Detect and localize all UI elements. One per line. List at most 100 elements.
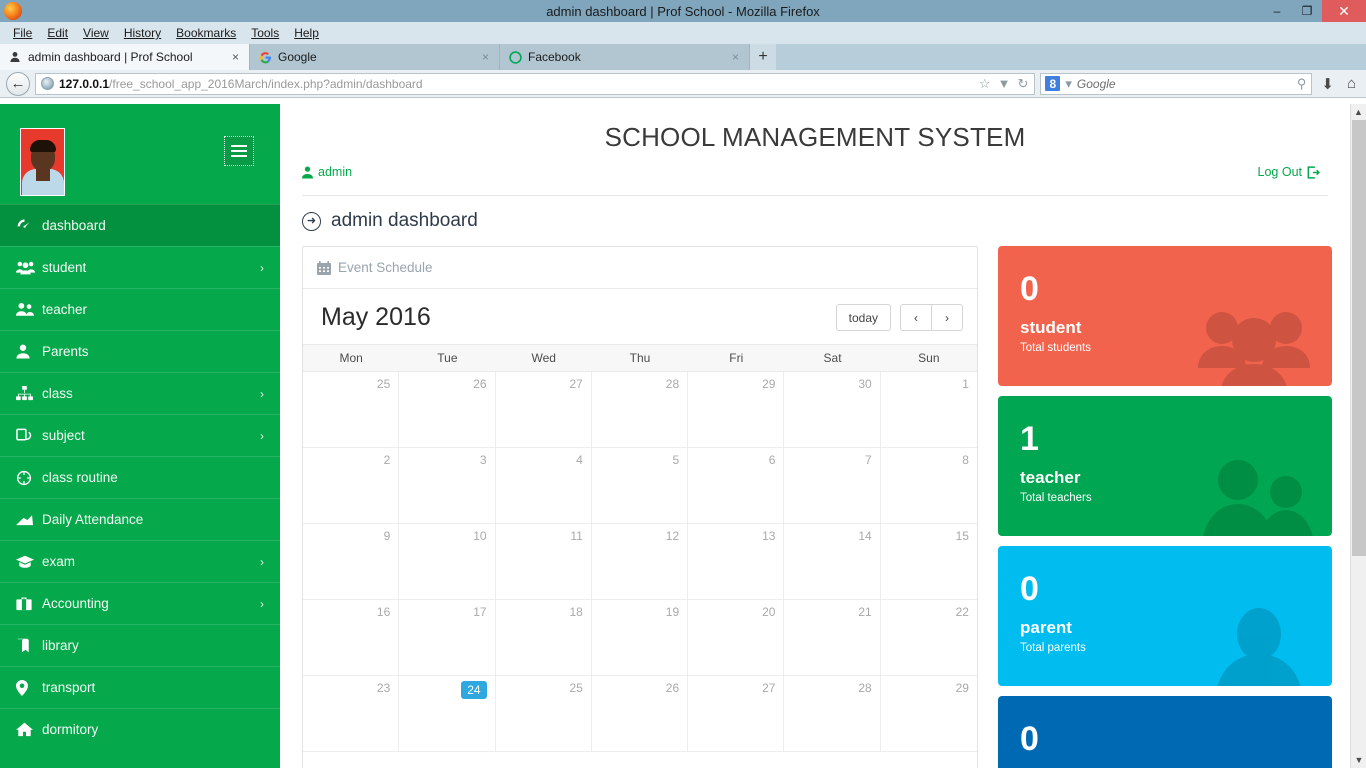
menu-view[interactable]: View: [76, 24, 116, 42]
sidebar-item-dormitory[interactable]: dormitory: [0, 708, 280, 750]
calendar-day[interactable]: 20: [688, 600, 784, 675]
calendar-day[interactable]: 12: [592, 524, 688, 599]
menu-help[interactable]: Help: [287, 24, 326, 42]
maximize-button[interactable]: ❐: [1292, 0, 1322, 22]
graduation-cap-icon: [16, 555, 42, 569]
scrollbar-thumb[interactable]: [1352, 120, 1366, 556]
back-button[interactable]: ←: [6, 72, 30, 96]
calendar-day[interactable]: 23: [303, 676, 399, 751]
prev-month-button[interactable]: ‹: [900, 304, 932, 331]
sidebar-item-dashboard[interactable]: dashboard: [0, 204, 280, 246]
sidebar-item-accounting[interactable]: Accounting ›: [0, 582, 280, 624]
bookmark-star-icon[interactable]: ☆: [978, 76, 992, 92]
calendar-day[interactable]: 7: [784, 448, 880, 523]
menu-bookmarks[interactable]: Bookmarks: [169, 24, 243, 42]
calendar-day[interactable]: 1: [881, 372, 977, 447]
day-header: Mon: [303, 345, 399, 371]
home-icon[interactable]: ⌂: [1343, 75, 1360, 92]
menu-history[interactable]: History: [117, 24, 168, 42]
close-icon[interactable]: ×: [230, 50, 241, 64]
calendar-day[interactable]: 29: [881, 676, 977, 751]
sidebar-item-exam[interactable]: exam ›: [0, 540, 280, 582]
stat-card-fourth[interactable]: 0: [998, 696, 1332, 768]
calendar-day[interactable]: 30: [784, 372, 880, 447]
sidebar-item-library[interactable]: library: [0, 624, 280, 666]
url-bar[interactable]: 127.0.0.1/free_school_app_2016March/inde…: [35, 73, 1035, 95]
tab-facebook[interactable]: Facebook ×: [500, 44, 750, 70]
reload-icon[interactable]: ↻: [1016, 76, 1029, 92]
calendar-day[interactable]: 15: [881, 524, 977, 599]
calendar-day[interactable]: 28: [784, 676, 880, 751]
downloads-icon[interactable]: ⬇: [1317, 75, 1338, 93]
scroll-up-button[interactable]: ▲: [1351, 104, 1366, 120]
calendar-day[interactable]: 18: [496, 600, 592, 675]
prev-next-group: ‹ ›: [900, 304, 963, 331]
calendar-week: 25 26 27 28 29 30 1: [303, 372, 977, 448]
today-button[interactable]: today: [836, 304, 891, 331]
calendar-day[interactable]: 25: [496, 676, 592, 751]
chevron-down-icon[interactable]: ▼: [997, 76, 1012, 91]
close-button[interactable]: ✕: [1322, 0, 1366, 22]
sidebar-item-class-routine[interactable]: class routine: [0, 456, 280, 498]
calendar-day[interactable]: 26: [592, 676, 688, 751]
menu-file[interactable]: File: [6, 24, 39, 42]
calendar-day[interactable]: 3: [399, 448, 495, 523]
sidebar-item-teacher[interactable]: teacher: [0, 288, 280, 330]
stat-card-parent[interactable]: 0 parent Total parents: [998, 546, 1332, 686]
stat-card-teacher[interactable]: 1 teacher Total teachers: [998, 396, 1332, 536]
calendar-day[interactable]: 26: [399, 372, 495, 447]
new-tab-button[interactable]: +: [750, 44, 776, 70]
calendar-day[interactable]: 5: [592, 448, 688, 523]
tab-admin-dashboard[interactable]: admin dashboard | Prof School ×: [0, 44, 250, 70]
calendar-day[interactable]: 21: [784, 600, 880, 675]
calendar-day[interactable]: 27: [496, 372, 592, 447]
calendar-day[interactable]: 4: [496, 448, 592, 523]
menu-toggle-button[interactable]: [224, 136, 254, 166]
stat-card-student[interactable]: 0 student Total students: [998, 246, 1332, 386]
calendar-day[interactable]: 13: [688, 524, 784, 599]
page-scrollbar[interactable]: ▲ ▼: [1350, 104, 1366, 768]
calendar-day[interactable]: 9: [303, 524, 399, 599]
search-icon[interactable]: ⚲: [1296, 76, 1308, 92]
search-input[interactable]: Google: [1077, 77, 1292, 91]
calendar-day[interactable]: 17: [399, 600, 495, 675]
calendar-day[interactable]: 28: [592, 372, 688, 447]
menu-edit[interactable]: Edit: [40, 24, 75, 42]
logout-button[interactable]: Log Out: [1258, 165, 1320, 179]
calendar-day[interactable]: 25: [303, 372, 399, 447]
calendar-day[interactable]: 8: [881, 448, 977, 523]
bar-chart-icon: [16, 513, 42, 526]
calendar-day[interactable]: 10: [399, 524, 495, 599]
calendar-day-today[interactable]: 24: [399, 676, 495, 751]
scroll-down-button[interactable]: ▼: [1351, 752, 1366, 768]
close-icon[interactable]: ×: [480, 50, 491, 64]
minimize-button[interactable]: –: [1262, 0, 1292, 22]
chevron-down-icon[interactable]: ▾: [1064, 76, 1073, 92]
calendar-day[interactable]: 6: [688, 448, 784, 523]
calendar-day[interactable]: 22: [881, 600, 977, 675]
calendar-day[interactable]: 2: [303, 448, 399, 523]
menu-tools[interactable]: Tools: [244, 24, 286, 42]
url-host: 127.0.0.1: [59, 77, 109, 91]
calendar-day[interactable]: 16: [303, 600, 399, 675]
avatar[interactable]: [20, 128, 65, 196]
sidebar-item-student[interactable]: student ›: [0, 246, 280, 288]
sidebar-item-transport[interactable]: transport: [0, 666, 280, 708]
sidebar-item-subject[interactable]: subject ›: [0, 414, 280, 456]
calendar-day[interactable]: 29: [688, 372, 784, 447]
sidebar-item-daily-attendance[interactable]: Daily Attendance: [0, 498, 280, 540]
calendar-day[interactable]: 11: [496, 524, 592, 599]
book-icon: [16, 638, 42, 653]
tab-google[interactable]: Google ×: [250, 44, 500, 70]
next-month-button[interactable]: ›: [932, 304, 963, 331]
close-icon[interactable]: ×: [730, 50, 741, 64]
sidebar-item-parents[interactable]: Parents: [0, 330, 280, 372]
day-number: 16: [377, 605, 390, 619]
search-bar[interactable]: 8 ▾ Google ⚲: [1040, 73, 1312, 95]
calendar-day[interactable]: 27: [688, 676, 784, 751]
sidebar-item-class[interactable]: class ›: [0, 372, 280, 414]
calendar-day[interactable]: 19: [592, 600, 688, 675]
logout-icon: [1307, 166, 1320, 179]
calendar-day[interactable]: 14: [784, 524, 880, 599]
current-user[interactable]: admin: [302, 165, 352, 179]
